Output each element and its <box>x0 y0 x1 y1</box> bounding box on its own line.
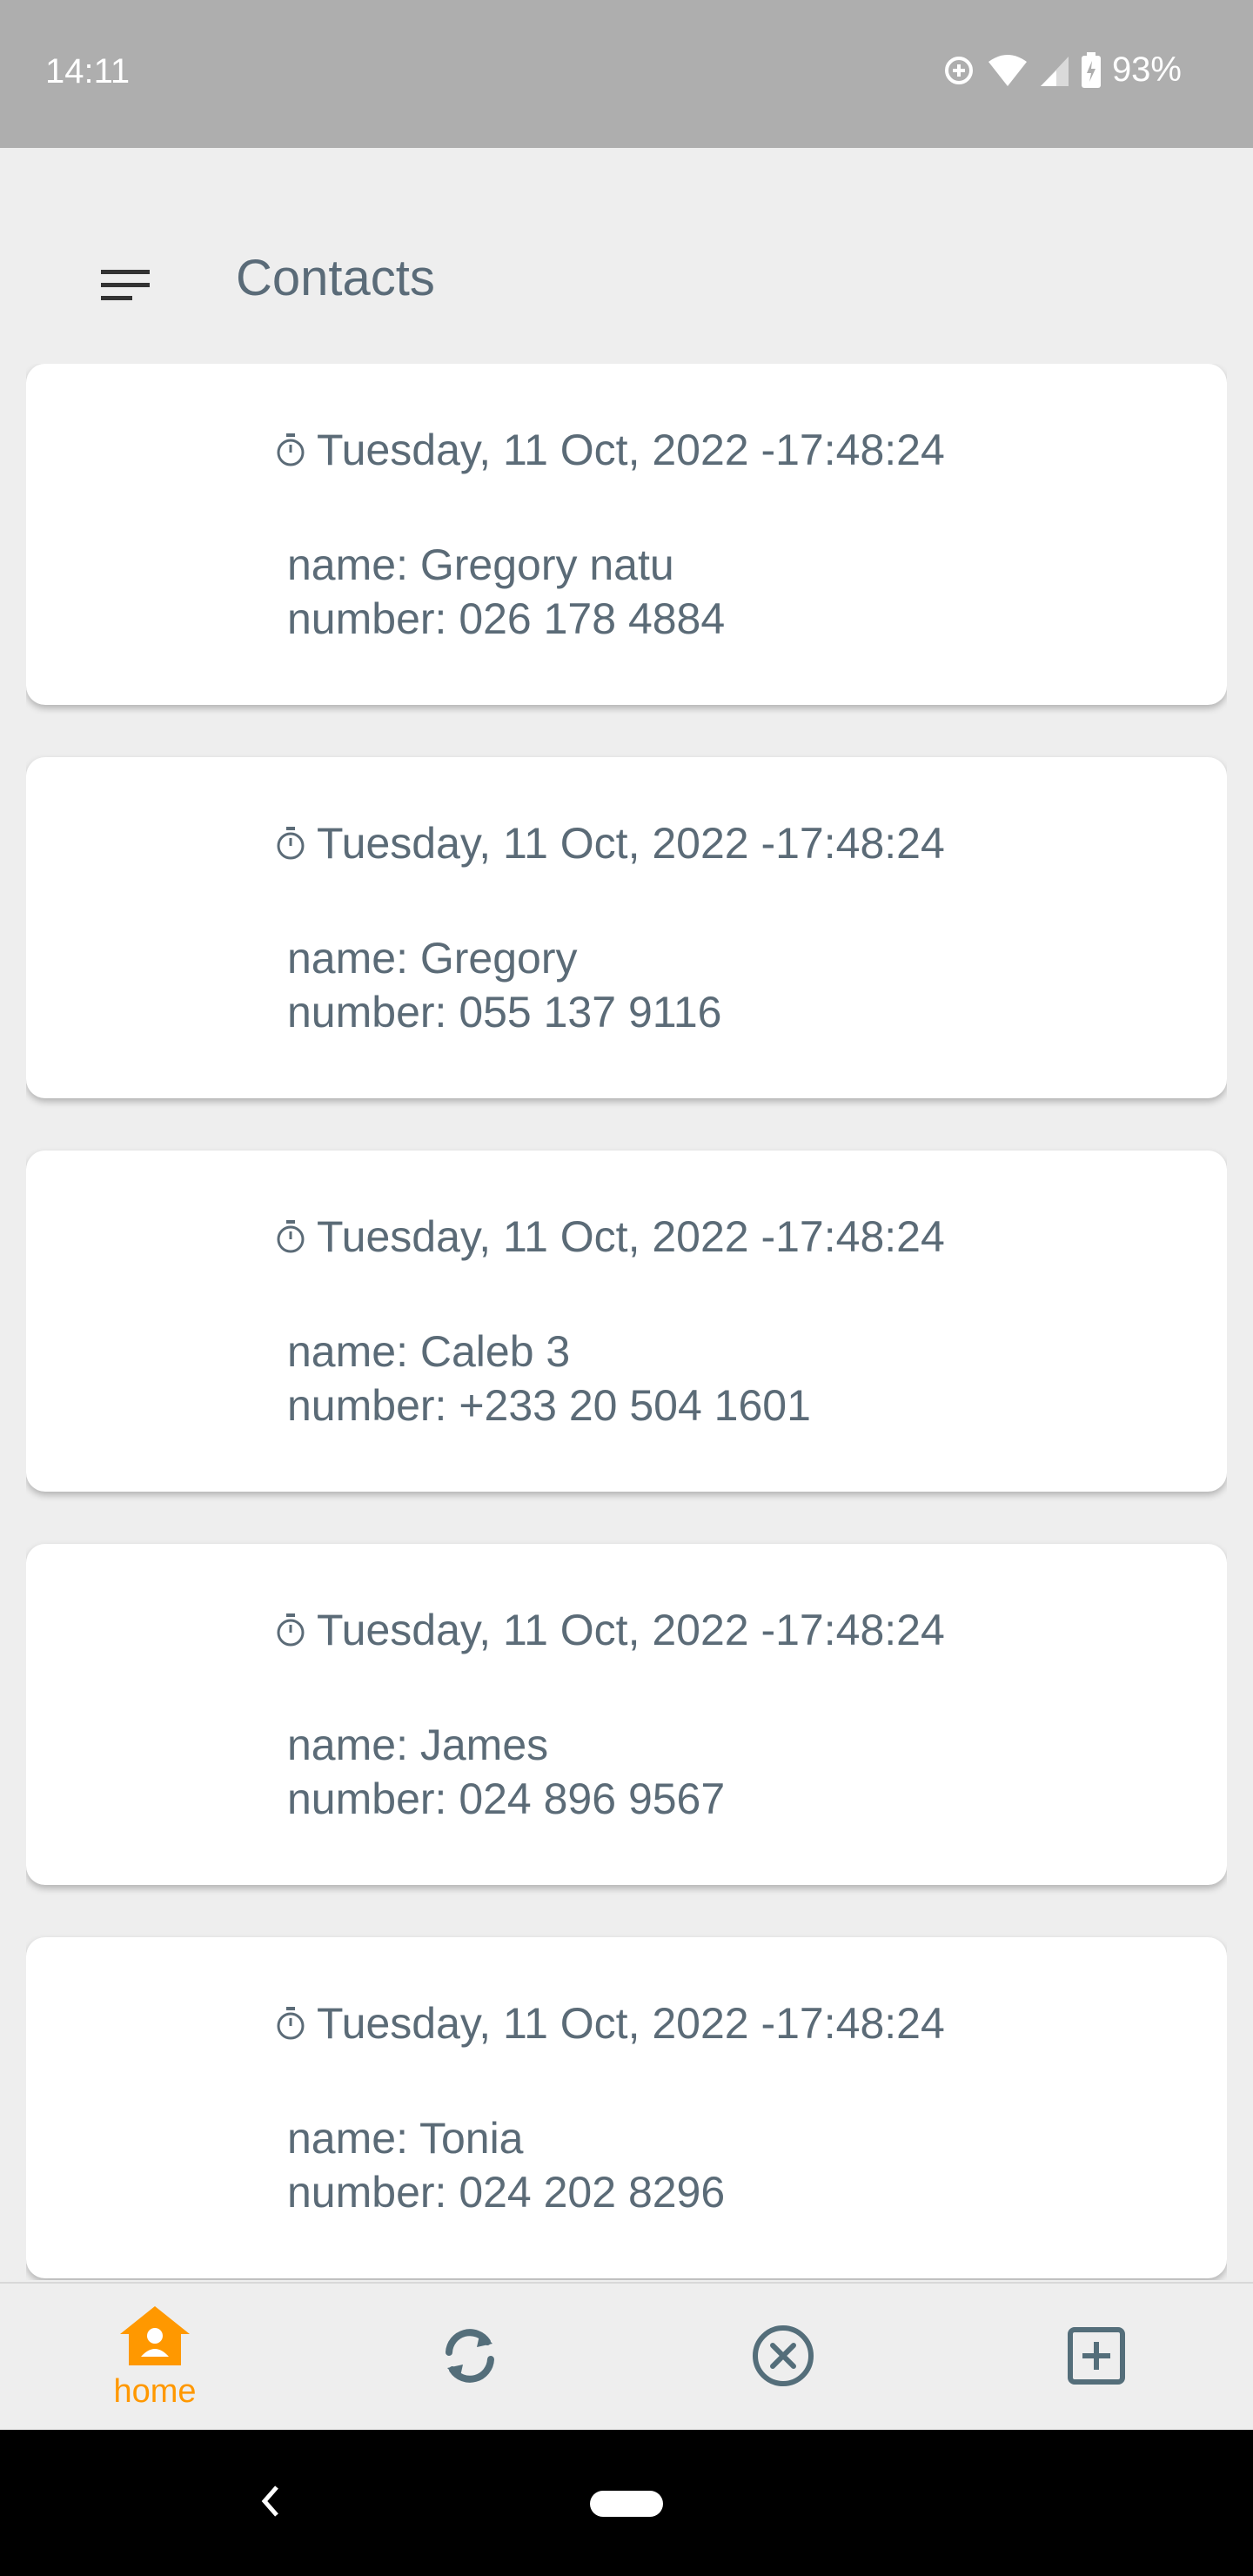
contact-number: number: 024 896 9567 <box>287 1774 726 1823</box>
nav-cancel[interactable] <box>705 2284 861 2432</box>
contact-number: number: +233 20 504 1601 <box>287 1381 811 1430</box>
timer-icon <box>275 433 306 467</box>
contact-number: number: 026 178 4884 <box>287 594 726 643</box>
contact-card[interactable]: Tuesday, 11 Oct, 2022 -17:48:24 name: Gr… <box>26 364 1227 705</box>
contact-card[interactable]: Tuesday, 11 Oct, 2022 -17:48:24 name: To… <box>26 1937 1227 2278</box>
menu-icon <box>101 268 150 307</box>
contact-card[interactable]: Tuesday, 11 Oct, 2022 -17:48:24 name: Ja… <box>26 1544 1227 1885</box>
sync-icon <box>439 2324 501 2392</box>
system-nav-bar <box>0 2430 1253 2576</box>
status-bar: 14:11 93% <box>0 0 1253 148</box>
card-date-text: Tuesday, 11 Oct, 2022 -17:48:24 <box>317 1606 945 1654</box>
contact-number: number: 024 202 8296 <box>287 2168 726 2217</box>
card-date: Tuesday, 11 Oct, 2022 -17:48:24 <box>275 425 945 475</box>
nav-home-label: home <box>113 2373 197 2410</box>
timer-icon <box>275 1219 306 1254</box>
signal-icon <box>1039 53 1070 88</box>
add-box-icon <box>1067 2326 1126 2390</box>
back-button[interactable] <box>251 2468 289 2538</box>
menu-button[interactable] <box>87 249 164 325</box>
page-title: Contacts <box>236 250 435 306</box>
home-pill[interactable] <box>590 2491 663 2517</box>
back-chevron-icon <box>259 2484 280 2523</box>
card-date: Tuesday, 11 Oct, 2022 -17:48:24 <box>275 1605 945 1655</box>
contact-name: name: James <box>287 1721 549 1769</box>
timer-icon <box>275 826 306 861</box>
home-icon <box>118 2304 191 2371</box>
cancel-icon <box>752 2324 814 2392</box>
app-bar: Contacts <box>0 218 1253 339</box>
bottom-nav: home <box>0 2282 1253 2432</box>
card-date-text: Tuesday, 11 Oct, 2022 -17:48:24 <box>317 426 945 474</box>
contact-name: name: Gregory <box>287 934 578 983</box>
status-icons: 93% <box>941 50 1182 90</box>
contact-name: name: Tonia <box>287 2114 524 2163</box>
nav-home[interactable]: home <box>77 2284 233 2432</box>
contact-card[interactable]: Tuesday, 11 Oct, 2022 -17:48:24 name: Ca… <box>26 1150 1227 1492</box>
status-time: 14:11 <box>45 52 131 91</box>
battery-percent: 93% <box>1111 50 1182 89</box>
nav-add[interactable] <box>1018 2284 1175 2432</box>
timer-icon <box>275 2006 306 2041</box>
contact-name: name: Gregory natu <box>287 540 674 589</box>
contact-number: number: 055 137 9116 <box>287 988 722 1036</box>
card-date-text: Tuesday, 11 Oct, 2022 -17:48:24 <box>317 1212 945 1261</box>
wifi-icon <box>987 53 1029 88</box>
data-saver-icon <box>941 53 976 88</box>
timer-icon <box>275 1613 306 1647</box>
nav-sync[interactable] <box>392 2284 548 2432</box>
card-date: Tuesday, 11 Oct, 2022 -17:48:24 <box>275 1998 945 2049</box>
battery-charging-icon <box>1081 51 1102 89</box>
contact-card[interactable]: Tuesday, 11 Oct, 2022 -17:48:24 name: Gr… <box>26 757 1227 1098</box>
card-date: Tuesday, 11 Oct, 2022 -17:48:24 <box>275 818 945 869</box>
card-date: Tuesday, 11 Oct, 2022 -17:48:24 <box>275 1211 945 1262</box>
card-date-text: Tuesday, 11 Oct, 2022 -17:48:24 <box>317 819 945 868</box>
card-date-text: Tuesday, 11 Oct, 2022 -17:48:24 <box>317 1999 945 2048</box>
contact-list[interactable]: Tuesday, 11 Oct, 2022 -17:48:24 name: Gr… <box>26 364 1227 2280</box>
contact-name: name: Caleb 3 <box>287 1327 571 1376</box>
